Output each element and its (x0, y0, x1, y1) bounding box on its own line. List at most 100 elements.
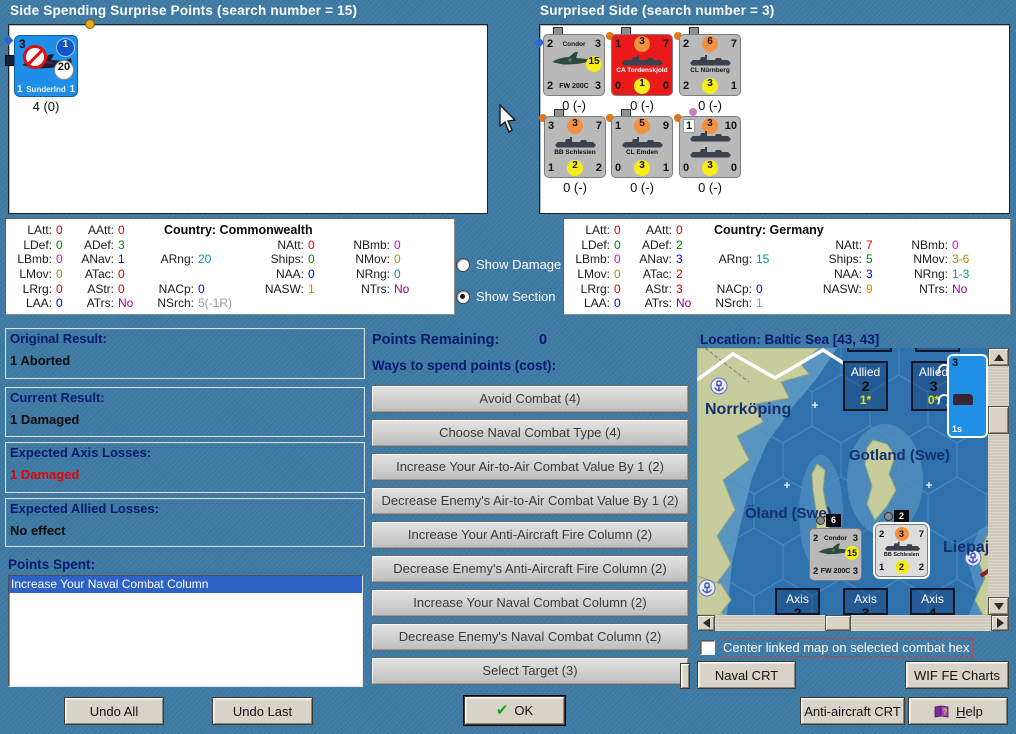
stat-cell: NACp: 0 (158, 281, 205, 296)
port-anchor-icon (710, 377, 728, 395)
stat-cell: ATrs: No (644, 296, 692, 311)
arrow-left-icon (698, 618, 710, 628)
center-map-checkbox-label[interactable]: Center linked map on selected combat hex (719, 638, 974, 657)
stat-cell: Ships: 5 (828, 252, 873, 267)
unit-value: 2 (683, 80, 690, 92)
attack-badge: 3 (634, 36, 650, 52)
unit-counter-ca-tordenskjold[interactable]: 1 3 7 CA Tordenskjold 0 1 0 (611, 34, 673, 96)
linked-map[interactable]: Norrköping Gotland (Swe) Öland (Swe) Lie… (697, 348, 1009, 631)
surprised-panel-title: Surprised Side (search number = 3) (540, 3, 775, 18)
scroll-down-button[interactable] (988, 597, 1009, 615)
map-vscrollbar[interactable] (988, 348, 1009, 615)
radio-circle[interactable] (456, 289, 470, 304)
stat-cell: NRng: 1-3 (913, 267, 970, 282)
scroll-up-button[interactable] (988, 348, 1009, 366)
wif-fe-charts-button[interactable]: WIF FE Charts (905, 661, 1009, 689)
ship-silhouette (622, 137, 663, 148)
unit-counter-sunderland[interactable]: 3 1 20 1 Sunderlnd 1 (14, 35, 78, 97)
unit-counter-bb-schlesien[interactable]: 3 3 7 BB Schlesien 1 2 2 (544, 116, 606, 178)
unit-counter-cl-emden[interactable]: 1 5 9 CL Emden 0 3 1 (611, 116, 673, 178)
unit-value: 0 (730, 162, 737, 174)
original-result-box: Original Result: 1 Aborted (5, 328, 365, 379)
unit-count-label: 0 (-) (630, 180, 654, 195)
unit-value: 2 (595, 162, 602, 174)
unit-value: 1 (69, 84, 75, 95)
unit-status-dot (85, 19, 95, 29)
radio-show-section[interactable]: Show Section (456, 289, 556, 304)
scroll-right-button[interactable] (991, 615, 1009, 631)
spend-points-button[interactable]: Increase Your Air-to-Air Combat Value By… (371, 453, 689, 481)
unit-name: Sunderlnd (26, 85, 66, 94)
help-button[interactable]: ? Help (908, 697, 1008, 725)
spend-points-button[interactable]: Avoid Combat (4) (371, 385, 689, 413)
help-book-icon: ? (934, 705, 949, 717)
result-value: 1 Aborted (10, 353, 71, 368)
points-remaining-value: 0 (539, 332, 548, 348)
stat-cell: ATrs: No (86, 296, 134, 311)
spend-points-button[interactable]: Decrease Enemy's Naval Combat Column (2) (371, 623, 689, 651)
naval-crt-button[interactable]: Naval CRT (697, 661, 796, 689)
radio-show-damage[interactable]: Show Damage (456, 257, 561, 272)
stat-cell: NASW: 9 (822, 281, 873, 296)
spend-points-button[interactable]: Select Target (3) (371, 657, 689, 685)
spend-points-button[interactable]: Increase Your Naval Combat Column (2) (371, 589, 689, 617)
points-spent-listbox[interactable]: Increase Your Naval Combat Column (8, 575, 363, 687)
stat-cell: NBmb: 0 (911, 237, 959, 252)
unit-count-label: 0 (-) (698, 180, 722, 195)
vscroll-thumb[interactable] (988, 406, 1009, 434)
stat-cell: Ships: 0 (270, 252, 315, 267)
spend-points-button[interactable]: Increase Your Anti-Aircraft Fire Column … (371, 521, 689, 549)
map-label-norrkoping: Norrköping (705, 401, 791, 418)
expected-axis-losses-box: Expected Axis Losses: 1 Damaged (5, 442, 365, 493)
unit-status-dot (884, 512, 893, 521)
map-label-gotland: Gotland (Swe) (849, 447, 950, 464)
undo-last-button[interactable]: Undo Last (212, 697, 313, 725)
stack-box-axis-3[interactable]: Axis 3 (843, 588, 888, 615)
spend-points-button[interactable]: Choose Naval Combat Type (4) (371, 419, 689, 447)
map-unit-condor[interactable]: 2 Condor 3 15 2 FW 200C 3 (809, 528, 862, 581)
unit-counter-cl-nurnberg[interactable]: 2 6 7 CL Nürnberg 2 3 1 (679, 34, 741, 96)
stat-cell: ADef: 2 (641, 237, 683, 252)
stack-box-allied-2[interactable]: Allied 2 1* (843, 361, 888, 411)
spend-points-button[interactable]: Decrease Enemy's Air-to-Air Combat Value… (371, 487, 689, 515)
stack-box-axis-4[interactable]: Axis 4 (910, 588, 955, 615)
scroll-left-button[interactable] (697, 615, 715, 631)
stat-cell: ARng: 20 (160, 252, 212, 267)
stat-cell: LBmb: 0 (17, 252, 63, 267)
radio-circle[interactable] (456, 257, 470, 272)
no-mission-icon (23, 45, 47, 69)
ok-button[interactable]: ✔ OK (464, 696, 565, 725)
unit-counter-convoy[interactable]: 1 3 10 0 3 0 (679, 116, 741, 178)
unit-counter-fw200c-condor[interactable]: 2 Condor 3 15 2 FW 200C 3 (543, 34, 605, 96)
result-value: 1 Damaged (10, 412, 80, 427)
stat-cell: NACp: 0 (716, 281, 763, 296)
map-unit-edge[interactable]: 3 1s (947, 354, 988, 438)
unit-value: 2 (547, 38, 554, 50)
spending-panel-title: Side Spending Surprise Points (search nu… (10, 3, 358, 18)
map-unit-bb-schlesien[interactable]: 2 3 7 BB Schlesien 1 2 2 (873, 522, 930, 579)
defense-badge: 1 (634, 78, 650, 94)
anti-aircraft-crt-button[interactable]: Anti-aircraft CRT (800, 697, 905, 725)
stat-cell: LBmb: 0 (575, 252, 621, 267)
defense-badge: 3 (702, 78, 718, 94)
unit-value: 1 (615, 120, 622, 132)
spend-points-button[interactable]: Decrease Enemy's Anti-Aircraft Fire Colu… (371, 555, 689, 583)
hscroll-thumb[interactable] (825, 615, 851, 631)
unit-value: 2 (683, 38, 690, 50)
unit-value: 1 (548, 162, 555, 174)
undo-all-button[interactable]: Undo All (64, 697, 164, 725)
arrow-up-icon (993, 349, 1004, 361)
radio-label: Show Section (476, 289, 556, 304)
stat-cell: AStr: 3 (645, 281, 683, 296)
spending-panel: 3 1 20 1 Sunderlnd 1 4 (0) (3, 19, 488, 214)
center-map-checkbox[interactable] (700, 640, 715, 655)
points-spent-item-selected[interactable]: Increase Your Naval Combat Column (9, 576, 362, 593)
map-hscrollbar[interactable] (697, 615, 1009, 631)
unit-value: 3 (594, 80, 601, 92)
current-result-box: Current Result: 1 Damaged (5, 387, 365, 437)
stack-box-axis-2[interactable]: Axis 2 (775, 588, 820, 615)
ship-silhouette (885, 541, 921, 551)
stat-cell: NAtt: 0 (277, 237, 315, 252)
stat-cell: NTrs: No (361, 281, 410, 296)
port-anchor-icon (698, 579, 716, 597)
